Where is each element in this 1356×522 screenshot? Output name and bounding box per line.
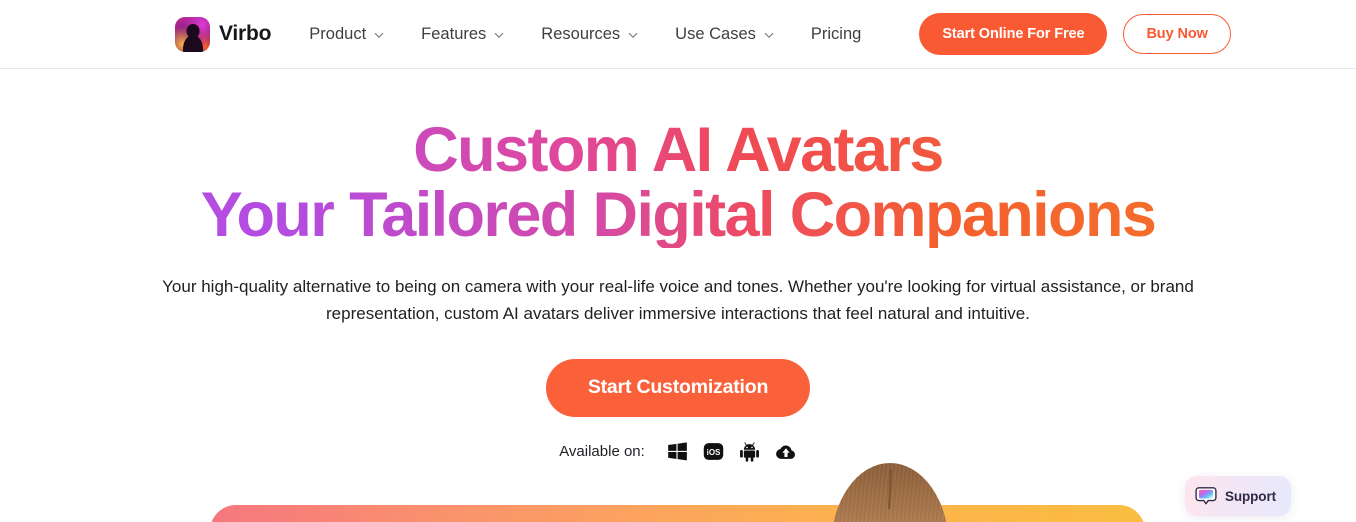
brand-name: Virbo	[219, 22, 272, 45]
hero-title-line-2: Your Tailored Digital Companions	[0, 182, 1356, 248]
nav-item-product[interactable]: Product	[309, 25, 385, 44]
nav-item-pricing[interactable]: Pricing	[811, 25, 861, 44]
support-label: Support	[1224, 488, 1276, 504]
ios-icon[interactable]: iOS	[703, 441, 725, 463]
cloud-upload-icon[interactable]	[775, 441, 797, 463]
nav-item-use-cases[interactable]: Use Cases	[675, 25, 775, 44]
support-widget-button[interactable]: Support	[1184, 476, 1291, 516]
person-hair-part	[887, 468, 893, 510]
hero-person-image	[815, 463, 965, 522]
available-platforms-row: Available on: iOS	[0, 441, 1356, 463]
site-header: Virbo Product Features Resources Use Cas…	[0, 0, 1356, 69]
chevron-down-icon	[763, 29, 775, 41]
nav-item-resources[interactable]: Resources	[541, 25, 639, 44]
person-hair	[831, 463, 949, 522]
chevron-down-icon	[493, 29, 505, 41]
hero-title-line-1: Custom AI Avatars	[0, 118, 1356, 183]
hero-gradient-card	[210, 505, 1145, 522]
windows-icon[interactable]	[667, 441, 689, 463]
nav-item-resources-label: Resources	[541, 24, 621, 43]
person-head	[831, 463, 949, 522]
page-root: Virbo Product Features Resources Use Cas…	[0, 0, 1356, 522]
page-title: Custom AI Avatars Your Tailored Digital …	[0, 118, 1356, 248]
start-customization-button[interactable]: Start Customization	[545, 358, 811, 417]
available-on-label: Available on:	[559, 443, 645, 461]
chevron-down-icon	[373, 29, 385, 41]
hero-cta-container: Start Customization	[0, 358, 1356, 417]
nav-item-product-label: Product	[309, 24, 367, 43]
hero-subtitle: Your high-quality alternative to being o…	[162, 276, 1194, 324]
header-nav-container: Virbo Product Features Resources Use Cas…	[175, 0, 1231, 68]
android-icon[interactable]	[739, 441, 761, 463]
buy-now-button[interactable]: Buy Now	[1123, 14, 1231, 54]
brand-logo-link[interactable]: Virbo	[175, 16, 272, 52]
nav-item-use-cases-label: Use Cases	[675, 24, 756, 43]
chat-bubble-icon	[1195, 485, 1217, 507]
svg-text:iOS: iOS	[707, 448, 721, 457]
hero-section: Custom AI Avatars Your Tailored Digital …	[0, 69, 1356, 463]
nav-item-pricing-label: Pricing	[810, 24, 862, 43]
nav-item-features-label: Features	[421, 24, 487, 43]
start-online-for-free-button[interactable]: Start Online For Free	[919, 13, 1108, 55]
chevron-down-icon	[627, 29, 639, 41]
nav-item-features[interactable]: Features	[421, 25, 505, 44]
virbo-avatar-logo-icon	[175, 16, 210, 52]
